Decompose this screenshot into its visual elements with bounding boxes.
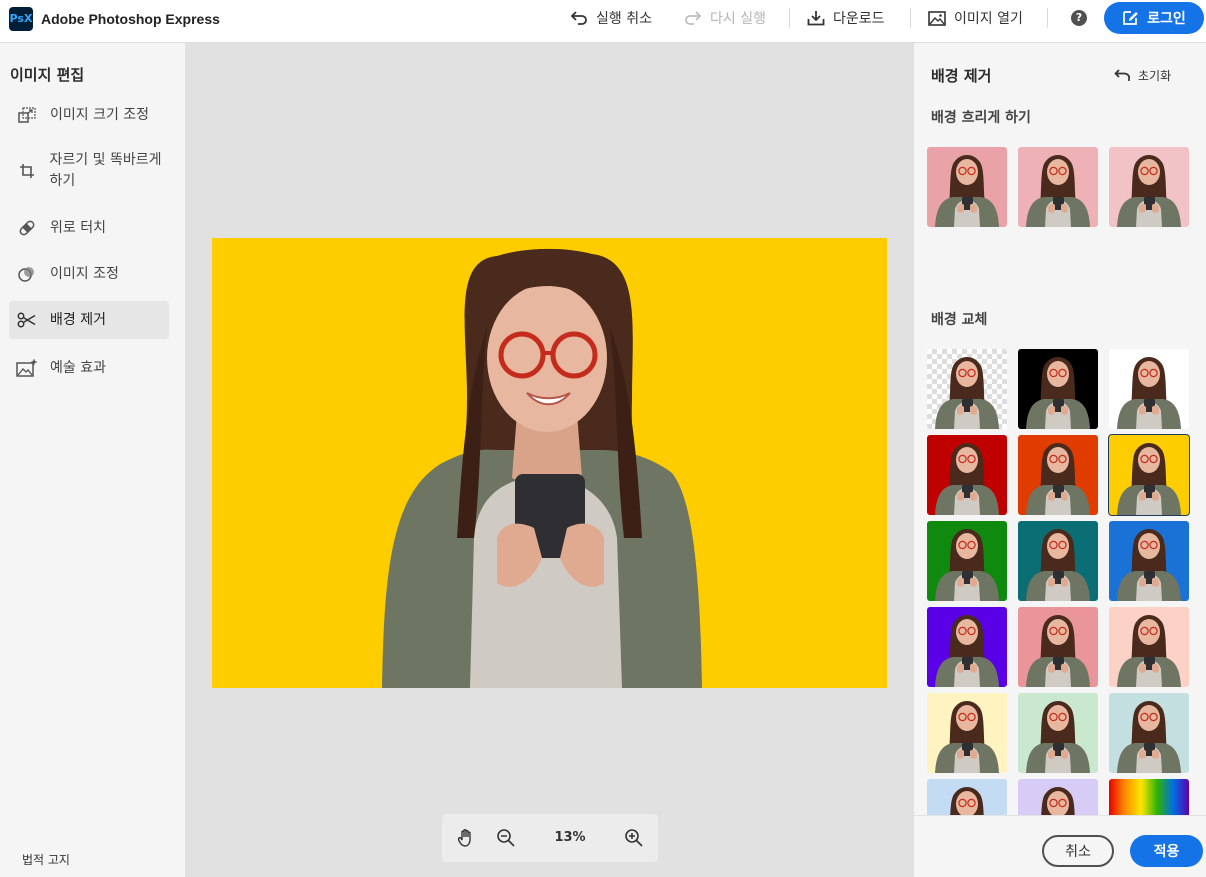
sidebar-item-label: 자르기 및 똑바르게 하기 — [49, 152, 162, 189]
sidebar-item-label: 이미지 조정 — [50, 265, 119, 282]
zoom-level: 13% — [554, 830, 586, 845]
background-color-thumb[interactable] — [1109, 693, 1189, 773]
undo-button[interactable]: 실행 취소 — [570, 0, 652, 36]
sparkle-image-icon — [16, 358, 38, 378]
download-button[interactable]: 다운로드 — [807, 0, 885, 36]
blur-option-thumb[interactable] — [1018, 147, 1098, 227]
sidebar-item-adjust[interactable]: 이미지 조정 — [9, 262, 169, 286]
sidebar-title: 이미지 편집 — [10, 66, 85, 84]
hand-icon[interactable] — [456, 828, 476, 848]
reset-button[interactable]: 초기화 — [1114, 67, 1171, 84]
background-color-thumb[interactable] — [1018, 607, 1098, 687]
download-icon — [807, 11, 825, 26]
cancel-button[interactable]: 취소 — [1042, 835, 1114, 867]
zoom-toolbar: 13% — [442, 814, 658, 862]
background-color-thumb[interactable] — [1018, 521, 1098, 601]
edited-photo[interactable] — [212, 238, 887, 688]
redo-icon — [685, 11, 702, 25]
app-title: Adobe Photoshop Express — [41, 11, 220, 27]
sidebar-item-crop[interactable]: 자르기 및 똑바르게 하기 — [9, 149, 169, 193]
canvas-area: 13% — [185, 43, 913, 877]
replace-section-title: 배경 교체 — [931, 312, 988, 328]
undo-label: 실행 취소 — [596, 11, 652, 27]
background-color-thumb[interactable] — [927, 349, 1007, 429]
panel-title: 배경 제거 — [931, 67, 992, 85]
background-color-thumb[interactable] — [1018, 435, 1098, 515]
background-color-thumb[interactable] — [1109, 607, 1189, 687]
sidebar-item-label: 위로 터치 — [50, 219, 106, 236]
background-color-thumb[interactable] — [1109, 521, 1189, 601]
background-color-thumb[interactable] — [1108, 434, 1190, 516]
login-label: 로그인 — [1147, 11, 1186, 27]
open-image-button[interactable]: 이미지 열기 — [928, 0, 1023, 36]
right-panel: 배경 제거 초기화 배경 흐리게 하기 배경 교체 취소 적용 — [913, 43, 1206, 877]
background-color-thumb[interactable] — [927, 435, 1007, 515]
resize-icon — [16, 107, 38, 123]
reset-icon — [1114, 69, 1130, 81]
login-button[interactable]: 로그인 — [1104, 2, 1204, 34]
undo-icon — [570, 11, 587, 25]
pencil-icon — [1123, 11, 1138, 25]
background-color-thumb[interactable] — [927, 693, 1007, 773]
sidebar-item-art-effects[interactable]: 예술 효과 — [9, 355, 169, 381]
background-color-thumb[interactable] — [1018, 693, 1098, 773]
panel-footer: 취소 적용 — [914, 815, 1206, 877]
zoom-in-icon[interactable] — [624, 828, 644, 848]
legal-notice-link[interactable]: 법적 고지 — [22, 851, 70, 868]
background-color-thumb[interactable] — [1018, 349, 1098, 429]
toolbar-divider — [1047, 8, 1048, 28]
redo-button[interactable]: 다시 실행 — [684, 0, 766, 36]
woman-with-phone-image — [382, 248, 702, 688]
bandage-icon — [16, 219, 38, 237]
blur-section-title: 배경 흐리게 하기 — [931, 110, 1031, 126]
blur-option-thumb[interactable] — [927, 147, 1007, 227]
image-icon — [928, 10, 946, 26]
reset-label: 초기화 — [1138, 69, 1172, 83]
left-sidebar: 이미지 편집 이미지 크기 조정 자르기 및 똑바르게 하기 위로 터치 이미지… — [0, 43, 185, 877]
apply-button[interactable]: 적용 — [1130, 835, 1203, 867]
zoom-out-icon[interactable] — [496, 828, 516, 848]
scissors-icon — [16, 312, 38, 328]
app-logo: PsX — [9, 7, 33, 31]
top-bar: PsX Adobe Photoshop Express 실행 취소 다시 실행 … — [0, 0, 1206, 43]
adjust-icon — [16, 265, 38, 283]
open-image-label: 이미지 열기 — [954, 11, 1023, 27]
redo-label: 다시 실행 — [710, 11, 766, 27]
download-label: 다운로드 — [833, 11, 885, 27]
background-color-thumb[interactable] — [927, 607, 1007, 687]
crop-icon — [16, 163, 38, 179]
sidebar-item-resize[interactable]: 이미지 크기 조정 — [9, 103, 169, 127]
background-color-thumb[interactable] — [927, 521, 1007, 601]
help-icon[interactable]: ? — [1071, 10, 1087, 26]
blur-option-thumb[interactable] — [1109, 147, 1189, 227]
sidebar-item-remove-background[interactable]: 배경 제거 — [9, 301, 169, 339]
sidebar-item-label: 예술 효과 — [50, 359, 106, 376]
sidebar-item-label: 배경 제거 — [50, 311, 106, 328]
toolbar-divider — [910, 8, 911, 28]
toolbar-divider — [789, 8, 790, 28]
sidebar-item-label: 이미지 크기 조정 — [50, 106, 150, 123]
background-color-thumb[interactable] — [1109, 349, 1189, 429]
sidebar-item-touch-up[interactable]: 위로 터치 — [9, 216, 169, 240]
